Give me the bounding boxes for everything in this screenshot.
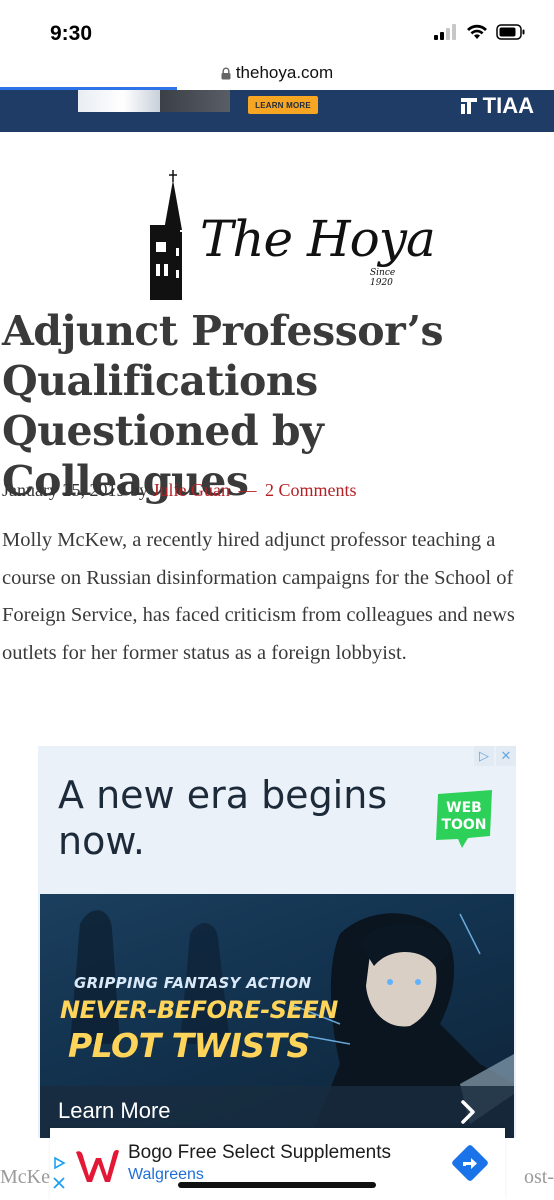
masthead-since: Since 1920: [370, 268, 396, 288]
url-text[interactable]: thehoya.com: [236, 63, 333, 83]
ad-headline: A new era begins now.: [58, 773, 388, 863]
article-date: January 25, 2019: [2, 480, 126, 500]
webtoon-logo-icon: WEB TOON: [436, 790, 492, 848]
byline-separator: —: [238, 480, 257, 500]
obscured-article-text: McKe: [0, 1166, 50, 1188]
healy-tower-icon: [150, 170, 182, 300]
author-link[interactable]: Julie Guan: [152, 480, 229, 500]
url-bar[interactable]: thehoya.com: [0, 58, 554, 88]
webtoon-logo-line2: TOON: [441, 817, 486, 833]
ad-choices[interactable]: ▷ ✕: [474, 746, 516, 766]
webtoon-logo-line1: WEB: [446, 800, 482, 816]
bottom-ad-controls[interactable]: [52, 1156, 66, 1190]
masthead-title: The Hoya: [200, 210, 436, 268]
home-indicator[interactable]: [178, 1182, 376, 1188]
status-bar: 9:30: [0, 0, 554, 58]
article-lede: Molly McKew, a recently hired adjunct pr…: [2, 529, 515, 664]
byline-by: by: [129, 480, 148, 500]
ad-promo-line-2: PLOT TWISTS: [68, 1026, 310, 1065]
chevron-right-icon[interactable]: [454, 1098, 482, 1126]
adchoices-icon[interactable]: [52, 1156, 66, 1170]
tiaa-wordmark: TIAA: [482, 93, 534, 118]
bottom-ad-title[interactable]: Bogo Free Select Supplements: [128, 1142, 391, 1164]
ad-tagline: GRIPPING FANTASY ACTION: [74, 974, 312, 992]
bottom-sticky-ad[interactable]: Bogo Free Select Supplements Walgreens: [50, 1128, 505, 1200]
ad-artwork[interactable]: GRIPPING FANTASY ACTION NEVER-BEFORE-SEE…: [40, 894, 514, 1138]
ad-promo-line-1: NEVER-BEFORE-SEEN: [60, 996, 338, 1024]
tiaa-mark-icon: [460, 98, 477, 114]
wifi-icon: [467, 24, 487, 39]
signal-icon: [434, 24, 456, 40]
adchoices-icon[interactable]: ▷: [474, 746, 494, 766]
ad-photo: [78, 90, 160, 112]
close-icon[interactable]: [52, 1176, 66, 1190]
article-headline: Adjunct Professor’s Qualifications Quest…: [2, 307, 444, 505]
status-icons: [434, 24, 526, 40]
directions-arrow-icon[interactable]: [451, 1144, 489, 1182]
ad-photo: [160, 90, 230, 112]
lock-icon: [221, 67, 231, 79]
ad-learn-more-button[interactable]: Learn More: [58, 1098, 171, 1124]
site-masthead[interactable]: The Hoya Since 1920: [140, 170, 436, 305]
ad-learn-more-button[interactable]: LEARN MORE: [248, 96, 318, 114]
comments-link[interactable]: 2 Comments: [265, 480, 357, 500]
webtoon-ad[interactable]: ▷ ✕ A new era begins now. WEB TOON GRIPP…: [38, 746, 516, 1138]
status-time: 9:30: [50, 22, 93, 45]
article-byline: January 25, 2019 by Julie Guan — 2 Comme…: [2, 480, 356, 501]
tiaa-logo: TIAA: [459, 93, 534, 119]
top-banner-ad[interactable]: LEARN MORE TIAA: [0, 90, 554, 132]
battery-icon: [496, 24, 525, 40]
close-icon[interactable]: ✕: [496, 746, 516, 766]
walgreens-logo-icon: [76, 1150, 119, 1182]
obscured-article-text: ost-: [524, 1166, 554, 1188]
